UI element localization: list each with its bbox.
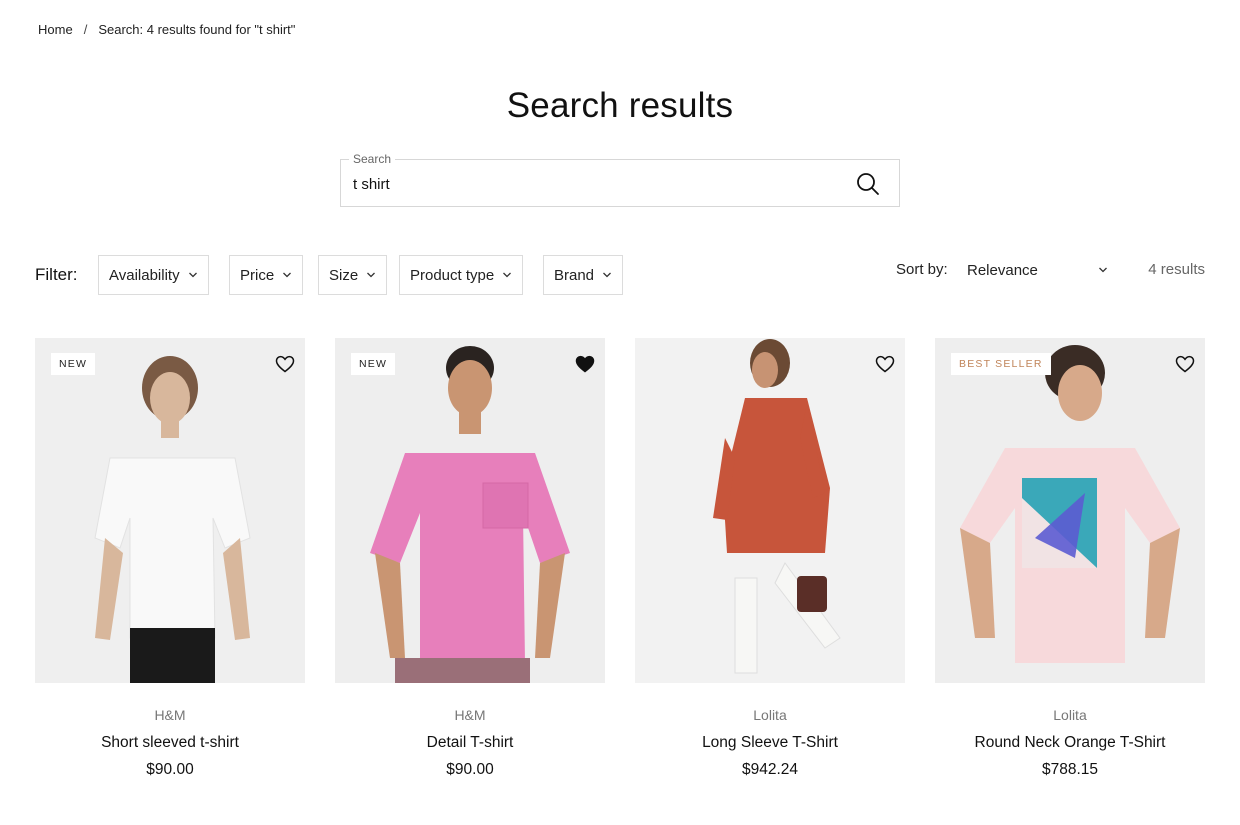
product-image[interactable]: NEW bbox=[35, 338, 305, 683]
product-brand[interactable]: Lolita bbox=[635, 707, 905, 723]
chevron-down-icon bbox=[1099, 267, 1107, 273]
product-card[interactable]: BEST SELLER Lolita Round Neck Orange T-S… bbox=[935, 338, 1205, 779]
search-input[interactable] bbox=[353, 172, 833, 196]
product-price: $942.24 bbox=[741, 761, 799, 778]
heart-filled-icon[interactable] bbox=[575, 355, 595, 373]
sort-label: Sort by: bbox=[896, 261, 948, 278]
chevron-down-icon bbox=[503, 272, 512, 278]
search-icon[interactable] bbox=[855, 171, 881, 197]
product-photo bbox=[935, 338, 1205, 683]
product-title[interactable]: Round Neck Orange T-Shirt bbox=[935, 734, 1205, 752]
chevron-down-icon bbox=[367, 272, 376, 278]
product-photo bbox=[335, 338, 605, 683]
filter-availability[interactable]: Availability bbox=[98, 255, 209, 295]
heart-outline-icon[interactable] bbox=[275, 355, 295, 373]
filter-product-type[interactable]: Product type bbox=[399, 255, 524, 295]
chevron-down-icon bbox=[283, 272, 292, 278]
product-price: $90.00 bbox=[146, 761, 194, 778]
filter-availability-label: Availability bbox=[109, 266, 180, 284]
product-card[interactable]: NEW H&M Short sleeved t-shirt $90.00 bbox=[35, 338, 305, 779]
chevron-down-icon bbox=[603, 272, 611, 278]
sort-select[interactable]: Relevance bbox=[960, 253, 1120, 287]
breadcrumb-home-link[interactable]: Home bbox=[38, 22, 73, 37]
search-field: Search bbox=[340, 152, 900, 207]
product-badge: NEW bbox=[351, 353, 396, 375]
product-brand[interactable]: H&M bbox=[335, 707, 605, 723]
filter-product-type-label: Product type bbox=[410, 266, 495, 284]
product-brand[interactable]: Lolita bbox=[935, 707, 1205, 723]
breadcrumb-separator: / bbox=[83, 22, 88, 37]
product-photo bbox=[35, 338, 305, 683]
product-image[interactable]: NEW bbox=[335, 338, 605, 683]
sort-selected-value: Relevance bbox=[967, 261, 1038, 279]
product-price: $90.00 bbox=[446, 761, 494, 778]
page-title: Search results bbox=[506, 86, 734, 125]
product-title[interactable]: Detail T-shirt bbox=[335, 734, 605, 752]
search-field-label: Search bbox=[349, 152, 396, 166]
filter-brand[interactable]: Brand bbox=[543, 255, 624, 295]
product-brand[interactable]: H&M bbox=[35, 707, 305, 723]
filter-size[interactable]: Size bbox=[318, 255, 388, 295]
heart-outline-icon[interactable] bbox=[1175, 355, 1195, 373]
product-price: $788.15 bbox=[1041, 761, 1099, 778]
filter-label: Filter: bbox=[35, 265, 78, 284]
product-photo bbox=[635, 338, 905, 683]
product-title[interactable]: Short sleeved t-shirt bbox=[35, 734, 305, 752]
product-image[interactable]: BEST SELLER bbox=[935, 338, 1205, 683]
filter-size-label: Size bbox=[329, 266, 359, 284]
chevron-down-icon bbox=[188, 272, 197, 278]
product-card[interactable]: NEW H&M Detail T-shirt $90.00 bbox=[335, 338, 605, 779]
product-image[interactable] bbox=[635, 338, 905, 683]
filter-brand-label: Brand bbox=[554, 266, 595, 284]
heart-outline-icon[interactable] bbox=[875, 355, 895, 373]
results-count: 4 results bbox=[1148, 261, 1205, 278]
filter-price-label: Price bbox=[240, 266, 275, 284]
product-badge: BEST SELLER bbox=[951, 353, 1051, 375]
product-badge: NEW bbox=[51, 353, 96, 375]
filter-price[interactable]: Price bbox=[229, 255, 304, 295]
breadcrumb: Home / Search: 4 results found for "t sh… bbox=[38, 22, 295, 37]
breadcrumb-current: Search: 4 results found for "t shirt" bbox=[98, 22, 296, 37]
product-card[interactable]: Lolita Long Sleeve T-Shirt $942.24 bbox=[635, 338, 905, 779]
product-title[interactable]: Long Sleeve T-Shirt bbox=[635, 734, 905, 752]
